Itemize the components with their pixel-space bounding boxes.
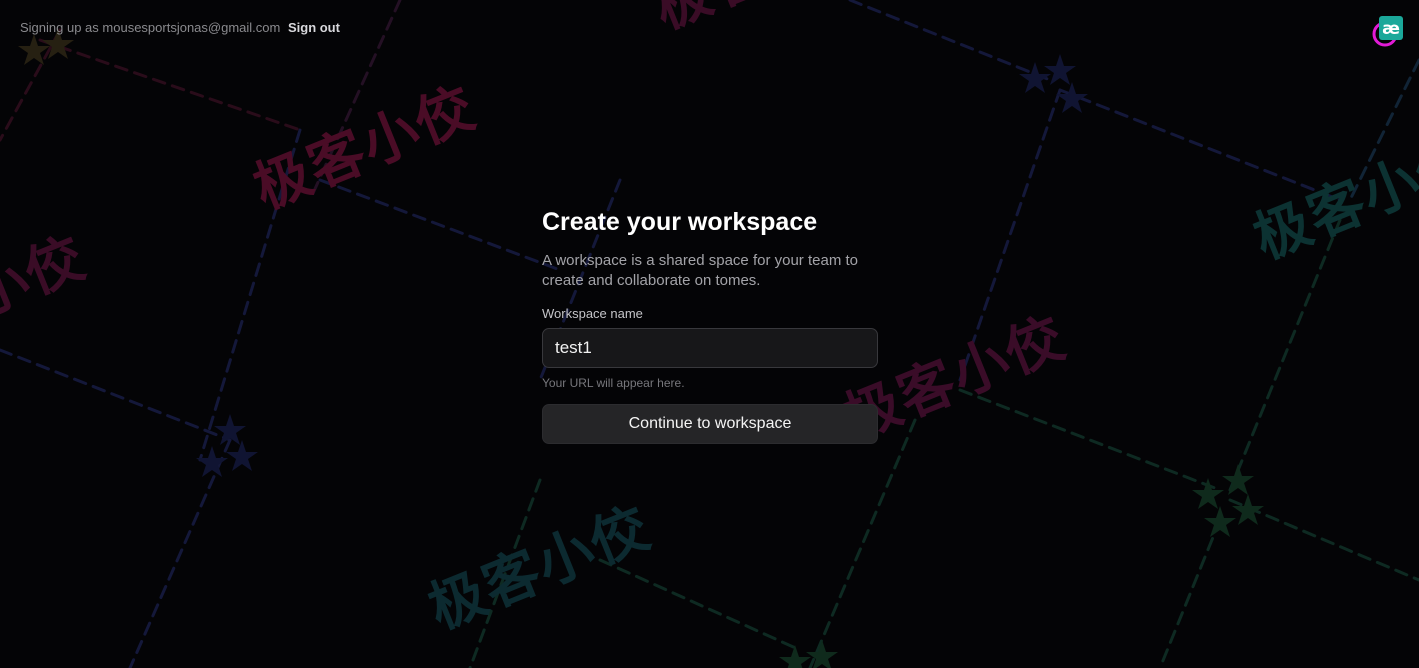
bg-star [196,446,228,477]
bg-star [1204,506,1236,537]
bg-stars [779,464,1264,668]
bg-star [1232,494,1264,525]
user-email: mousesportsjonas@gmail.com [102,20,281,35]
bg-line [318,178,562,272]
bg-line [808,418,917,668]
bg-star [18,34,50,65]
workspace-name-input[interactable] [542,328,878,368]
bg-line [198,128,302,462]
bg-star [779,645,811,668]
ae-glyph: æ [1382,19,1400,39]
continue-to-workspace-button[interactable]: Continue to workspace [542,404,878,444]
bg-star [1056,82,1088,113]
signup-status-bar: Signing up as mousesportsjonas@gmail.com… [20,19,340,36]
page-title: Create your workspace [542,208,818,236]
workspace-name-label: Workspace name [542,306,643,321]
bg-line [1348,58,1419,202]
bg-line [598,558,802,652]
url-hint: Your URL will appear here. [542,376,685,390]
bg-line [848,0,1052,82]
bg-line [468,478,542,668]
bg-star [1222,464,1254,495]
bg-star [226,440,258,471]
bg-line [958,388,1222,492]
ae-logo-icon: æ [1372,16,1403,47]
bg-line [38,38,302,132]
bg-line [1058,88,1342,202]
bg-line [958,88,1062,382]
bg-star [1192,478,1224,509]
bg-line [1228,218,1342,492]
bg-star [1044,54,1076,85]
page: 极客小佼 极客小佼 极客小佼 极客小佼 极客小佼 极客小佼 Signing up… [0,0,1419,668]
bg-line [1158,518,1222,668]
ae-extension-icon[interactable]: æ [1370,15,1404,49]
bg-line [1228,498,1419,582]
workspace-description: A workspace is a shared space for your t… [542,252,858,289]
bg-line [0,348,232,442]
bg-line [128,438,232,668]
signing-up-prefix: Signing up as [20,20,99,35]
create-workspace-form: Create your workspace A workspace is a s… [542,206,878,444]
sign-out-link[interactable]: Sign out [288,20,340,35]
